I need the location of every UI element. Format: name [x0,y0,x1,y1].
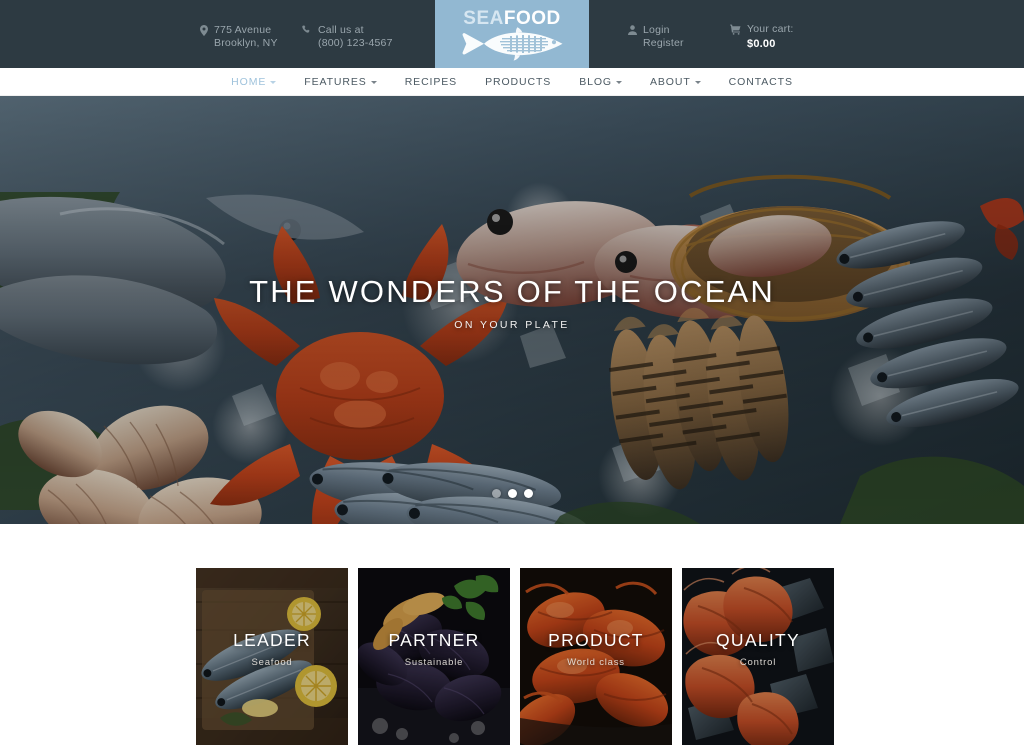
feature-cards-section: Leader Seafood [0,524,1024,745]
feature-card-caption: Leader Seafood [196,630,348,668]
feature-card-quality[interactable]: Quality Control [682,568,834,745]
address-line-1: 775 Avenue [214,24,272,36]
nav-label-features: FEATURES [304,76,367,88]
nav-label-recipes: RECIPES [404,76,458,88]
login-link[interactable]: Login [643,24,684,37]
location-pin-icon [200,25,208,36]
address-line-2: Brooklyn, NY [214,37,278,49]
logo-word-food: FOOD [503,8,561,29]
nav-label-home: HOME [231,76,267,88]
nav-label-products: PRODUCTS [485,76,552,88]
nav-link-products[interactable]: PRODUCTS [471,76,565,88]
user-icon [628,25,637,35]
nav-item-about: ABOUT [636,76,715,88]
nav-item-features: FEATURES [290,76,390,88]
nav-link-contacts[interactable]: CONTACTS [715,76,807,88]
hero-image [0,96,1024,524]
slider-dot-1[interactable] [491,489,501,498]
feature-card-title: Leader [233,630,311,650]
nav-item-products: PRODUCTS [471,76,565,88]
feature-card-subtitle: World class [567,657,625,668]
cart-icon [730,24,741,35]
chevron-down-icon [694,80,701,84]
feature-card-title: Quality [716,630,800,650]
nav-label-contacts: CONTACTS [728,76,793,88]
logo-wordmark: SEAFOOD [463,9,560,29]
logo-word-sea: SEA [463,8,504,29]
feature-card-title: Product [548,630,644,650]
main-navigation: HOME FEATURES RECIPES PRODUCTS BLOG ABOU… [0,68,1024,96]
nav-link-recipes[interactable]: RECIPES [391,76,471,88]
nav-label-about: ABOUT [650,76,691,88]
feature-card-caption: Product World class [520,630,672,668]
register-link[interactable]: Register [643,37,684,50]
feature-cards: Leader Seafood [196,568,834,745]
nav-item-recipes: RECIPES [391,76,471,88]
nav-link-home[interactable]: HOME [217,76,290,88]
chevron-down-icon [616,80,622,84]
nav-link-about[interactable]: ABOUT [636,76,715,88]
phone-label: Call us at [318,24,364,36]
phone-number: (800) 123-4567 [318,37,393,49]
chevron-down-icon [270,80,277,84]
hero-slider: The Wonders of the Ocean On your plate [0,96,1024,524]
slider-dot-3[interactable] [523,489,533,498]
top-bar: 775 Avenue Brooklyn, NY Call us at (800)… [0,0,1024,68]
account-info[interactable]: Login Register [628,24,684,50]
nav-label-blog: BLOG [579,76,612,88]
feature-card-caption: Partner Sustainable [358,630,510,668]
slider-pagination[interactable] [0,489,1024,498]
feature-card-subtitle: Sustainable [404,657,464,668]
feature-card-title: Partner [388,630,480,650]
cart-info[interactable]: Your cart: $0.00 [730,23,794,51]
nav-item-blog: BLOG [565,76,636,88]
feature-card-leader[interactable]: Leader Seafood [196,568,348,745]
phone-icon [302,25,310,33]
site-logo[interactable]: SEAFOOD [435,0,589,68]
nav-item-contacts: CONTACTS [715,76,807,88]
feature-card-subtitle: Control [739,657,777,668]
fish-icon [462,27,563,61]
feature-card-caption: Quality Control [682,630,834,668]
cart-total: $0.00 [747,38,776,50]
nav-item-home: HOME [217,76,290,88]
feature-card-subtitle: Seafood [251,657,293,668]
feature-card-product[interactable]: Product World class [520,568,672,745]
nav-link-features[interactable]: FEATURES [290,76,390,88]
slider-dot-2[interactable] [507,489,517,498]
nav-list: HOME FEATURES RECIPES PRODUCTS BLOG ABOU… [0,68,1024,96]
nav-link-blog[interactable]: BLOG [565,76,636,88]
feature-card-partner[interactable]: Partner Sustainable [358,568,510,745]
chevron-down-icon [370,80,377,84]
phone-info: Call us at (800) 123-4567 [302,24,393,50]
address-info: 775 Avenue Brooklyn, NY [200,24,278,50]
cart-label: Your cart: [747,23,794,35]
